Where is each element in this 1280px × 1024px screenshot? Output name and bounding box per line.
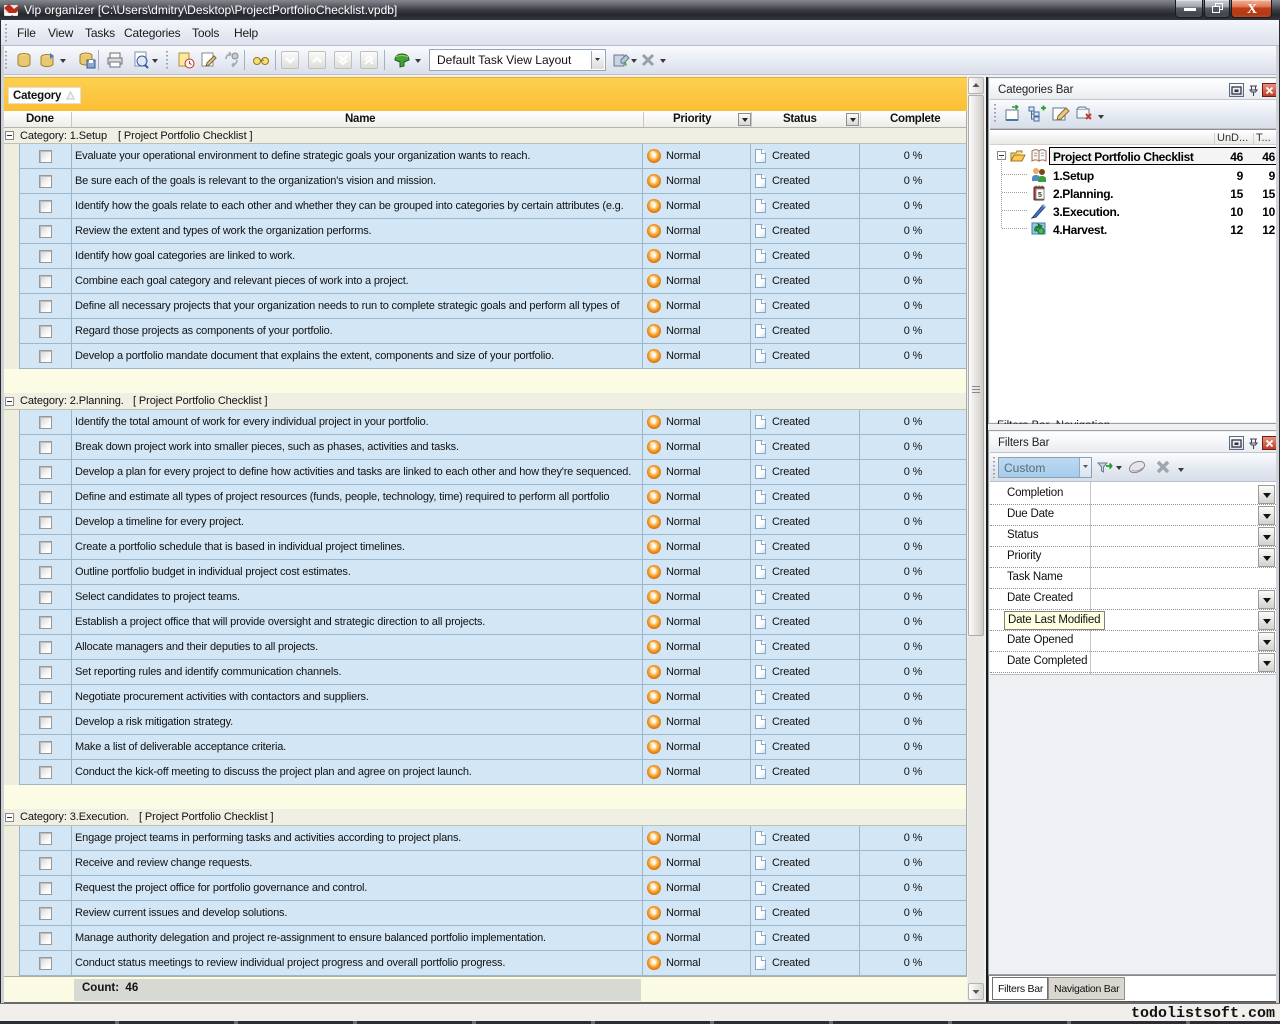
svg-text:5: 5: [1038, 192, 1042, 199]
